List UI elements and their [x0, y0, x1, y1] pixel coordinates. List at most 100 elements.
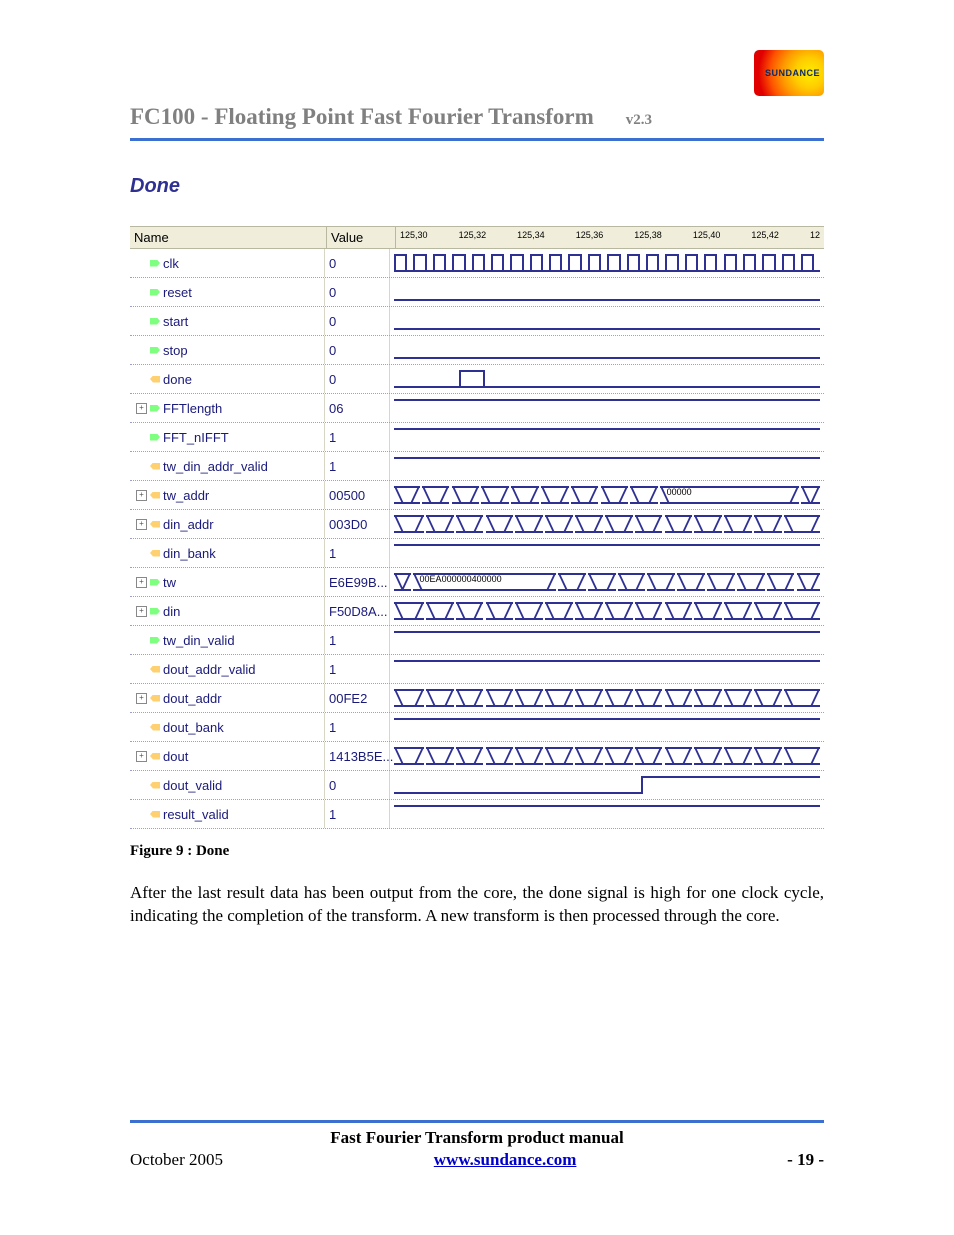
signal-name-cell: + din_addr [130, 510, 325, 538]
signal-waveform [390, 684, 824, 712]
signal-value: 0 [325, 249, 390, 277]
signal-value: 0 [325, 365, 390, 393]
body-paragraph: After the last result data has been outp… [130, 882, 824, 928]
timeline-tick: 125,38 [634, 230, 662, 245]
signal-name: tw_din_valid [163, 633, 235, 648]
port-in-icon [150, 608, 160, 615]
signal-name: tw [163, 575, 176, 590]
port-in-icon [150, 637, 160, 644]
page-header: FC100 - Floating Point Fast Fourier Tran… [130, 104, 824, 141]
timeline-tick: 12 [810, 230, 820, 245]
col-value: Value [327, 227, 396, 248]
waveform-viewer: Name Value 125,30125,32125,34125,36125,3… [130, 226, 824, 829]
port-out-icon [150, 376, 160, 383]
port-out-icon [150, 724, 160, 731]
port-out-icon [150, 463, 160, 470]
signal-value: 00500 [325, 481, 390, 509]
signal-row: tw_din_addr_valid 1 [130, 452, 824, 481]
signal-row: reset 0 [130, 278, 824, 307]
expand-icon[interactable]: + [136, 403, 147, 414]
signal-name-cell: + dout_addr [130, 684, 325, 712]
signal-value: 0 [325, 278, 390, 306]
timeline-ruler: 125,30125,32125,34125,36125,38125,40125,… [396, 227, 824, 248]
signal-name-cell: + tw [130, 568, 325, 596]
signal-row: din_bank1 [130, 539, 824, 568]
signal-waveform [390, 713, 824, 741]
expand-icon[interactable]: + [136, 606, 147, 617]
signal-name: din_addr [163, 517, 214, 532]
signal-value: F50D8A... [325, 597, 390, 625]
signal-name-cell: stop [130, 336, 325, 364]
signal-waveform [390, 626, 824, 654]
port-out-icon [150, 753, 160, 760]
signal-value: 1 [325, 626, 390, 654]
signal-value: 0 [325, 336, 390, 364]
port-out-icon [150, 695, 160, 702]
signal-name: dout_addr [163, 691, 222, 706]
port-in-icon [150, 260, 160, 267]
signal-row: tw_din_valid 1 [130, 626, 824, 655]
signal-name: dout [163, 749, 188, 764]
signal-name: din_bank [163, 546, 216, 561]
col-name: Name [130, 227, 327, 248]
signal-name: FFTlength [163, 401, 222, 416]
section-heading: Done [130, 175, 824, 198]
signal-row: dout_bank1 [130, 713, 824, 742]
port-in-icon [150, 347, 160, 354]
port-in-icon [150, 434, 160, 441]
doc-title: FC100 - Floating Point Fast Fourier Tran… [130, 104, 594, 129]
signal-value: 1 [325, 452, 390, 480]
signal-name: din [163, 604, 180, 619]
signal-waveform [390, 278, 824, 306]
timeline-tick: 125,34 [517, 230, 545, 245]
timeline-tick: 125,42 [751, 230, 779, 245]
timeline-tick: 125,40 [693, 230, 721, 245]
signal-row: + dout_addr 00FE2 [130, 684, 824, 713]
signal-name-cell: tw_din_addr_valid [130, 452, 325, 480]
signal-row: stop 0 [130, 336, 824, 365]
signal-waveform [390, 394, 824, 422]
signal-row: start0 [130, 307, 824, 336]
expand-icon[interactable]: + [136, 751, 147, 762]
footer-link[interactable]: www.sundance.com [434, 1150, 577, 1170]
signal-name-cell: clk [130, 249, 325, 277]
expand-icon[interactable]: + [136, 490, 147, 501]
expand-icon[interactable]: + [136, 693, 147, 704]
signal-value: 1413B5E... [325, 742, 390, 770]
signal-waveform: 00EA000000400000 [390, 568, 824, 596]
signal-row: + FFTlength 06 [130, 394, 824, 423]
signal-name: tw_addr [163, 488, 209, 503]
brand-text: SUNDANCE [765, 68, 820, 78]
port-out-icon [150, 782, 160, 789]
signal-waveform [390, 510, 824, 538]
signal-row: + dout 1413B5E... [130, 742, 824, 771]
signal-name: done [163, 372, 192, 387]
signal-name: stop [163, 343, 188, 358]
signal-name-cell: + tw_addr [130, 481, 325, 509]
signal-waveform [390, 307, 824, 335]
signal-value: 00FE2 [325, 684, 390, 712]
signal-value: 003D0 [325, 510, 390, 538]
signal-row: +twE6E99B...00EA000000400000 [130, 568, 824, 597]
bus-label: 00EA000000400000 [420, 574, 502, 584]
signal-waveform [390, 336, 824, 364]
signal-value: 1 [325, 423, 390, 451]
signal-name: reset [163, 285, 192, 300]
waveform-header: Name Value 125,30125,32125,34125,36125,3… [130, 226, 824, 249]
expand-icon[interactable]: + [136, 577, 147, 588]
signal-waveform [390, 423, 824, 451]
footer-page: - 19 - [787, 1150, 824, 1170]
signal-row: dout_addr_valid1 [130, 655, 824, 684]
signal-value: 06 [325, 394, 390, 422]
signal-name-cell: done [130, 365, 325, 393]
expand-icon[interactable]: + [136, 519, 147, 530]
signal-name-cell: reset [130, 278, 325, 306]
port-out-icon [150, 666, 160, 673]
signal-name: tw_din_addr_valid [163, 459, 268, 474]
page-footer: Fast Fourier Transform product manual Oc… [130, 1120, 824, 1170]
timeline-tick: 125,36 [576, 230, 604, 245]
port-out-icon [150, 550, 160, 557]
footer-date: October 2005 [130, 1150, 223, 1170]
signal-waveform [390, 249, 824, 277]
signal-waveform [390, 597, 824, 625]
